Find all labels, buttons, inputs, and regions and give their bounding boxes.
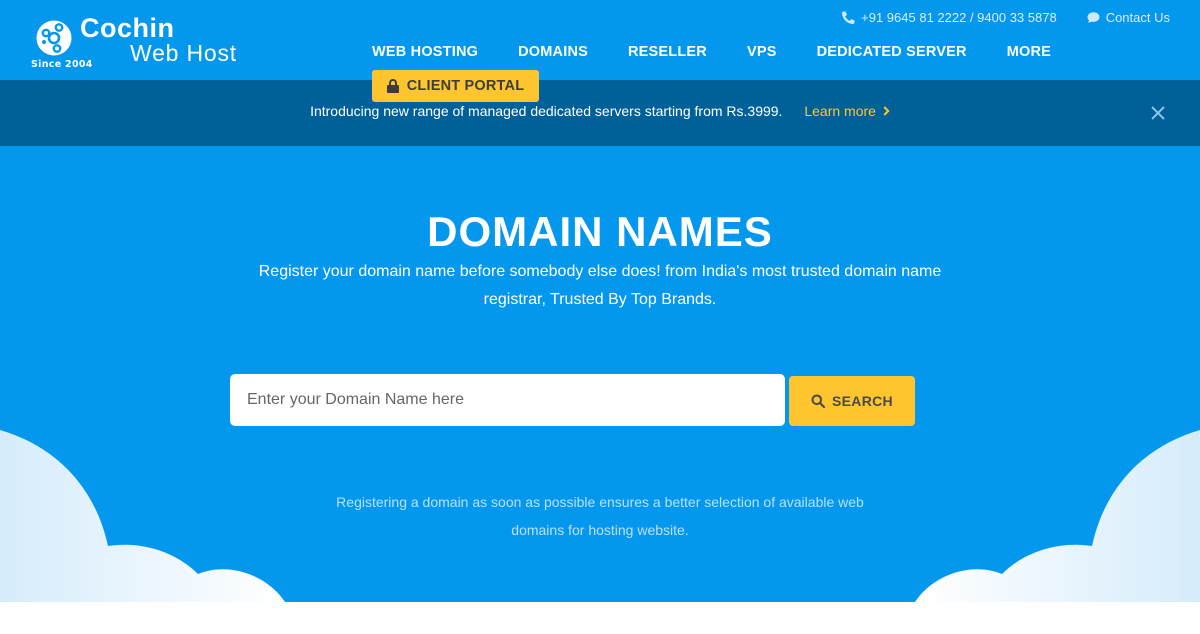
contact-us-label: Contact Us bbox=[1105, 9, 1170, 25]
announcement-banner: Introducing new range of managed dedicat… bbox=[0, 80, 1200, 146]
hero-section: DOMAIN NAMES Register your domain name b… bbox=[0, 146, 1200, 602]
topbar: +91 9645 81 2222 / 9400 33 5878 Contact … bbox=[842, 8, 1170, 26]
nav-item-web-hosting[interactable]: WEB HOSTING bbox=[372, 44, 478, 60]
banner-content: Introducing new range of managed dedicat… bbox=[0, 103, 1200, 119]
nav-item-dedicated-server[interactable]: DEDICATED SERVER bbox=[817, 44, 967, 60]
lock-icon bbox=[386, 79, 399, 93]
phone-link[interactable]: +91 9645 81 2222 / 9400 33 5878 bbox=[842, 10, 1057, 25]
logo-subname: Web Host bbox=[130, 40, 237, 66]
cloud-left bbox=[0, 430, 285, 602]
nav-item-reseller[interactable]: RESELLER bbox=[628, 44, 707, 60]
learn-more-link[interactable]: Learn more bbox=[804, 103, 890, 119]
site-header: Since 2004 Cochin Web Host +91 9645 81 2… bbox=[0, 0, 1200, 80]
logo-since: Since 2004 bbox=[31, 59, 93, 70]
search-icon bbox=[811, 394, 826, 408]
close-banner-button[interactable] bbox=[1150, 105, 1166, 121]
chevron-right-icon bbox=[883, 106, 890, 116]
contact-us-link[interactable]: Contact Us bbox=[1087, 10, 1170, 25]
main-nav: WEB HOSTING DOMAINS RESELLER VPS DEDICAT… bbox=[372, 44, 1051, 60]
cloud-right bbox=[915, 430, 1200, 602]
search-button[interactable]: SEARCH bbox=[789, 376, 915, 426]
nav-item-vps[interactable]: VPS bbox=[747, 44, 777, 60]
client-portal-button[interactable]: CLIENT PORTAL bbox=[372, 70, 539, 102]
logo[interactable]: Since 2004 Cochin Web Host bbox=[30, 12, 260, 72]
banner-text: Introducing new range of managed dedicat… bbox=[310, 103, 783, 119]
chat-bubble-icon bbox=[1087, 11, 1100, 23]
phone-number: +91 9645 81 2222 / 9400 33 5878 bbox=[861, 9, 1057, 25]
client-portal-label: CLIENT PORTAL bbox=[406, 78, 525, 94]
close-icon bbox=[1151, 106, 1165, 120]
logo-mark-icon bbox=[36, 20, 72, 56]
nav-item-more[interactable]: MORE bbox=[1007, 44, 1051, 60]
domain-search-input[interactable] bbox=[230, 374, 785, 426]
hero-note: Registering a domain as soon as possible… bbox=[336, 494, 864, 538]
search-button-label: SEARCH bbox=[832, 393, 893, 409]
nav-item-domains[interactable]: DOMAINS bbox=[518, 44, 588, 60]
phone-icon bbox=[842, 10, 855, 24]
page-title: DOMAIN NAMES bbox=[427, 208, 773, 255]
learn-more-label: Learn more bbox=[804, 103, 876, 119]
hero-subtitle: Register your domain name before somebod… bbox=[258, 263, 942, 308]
